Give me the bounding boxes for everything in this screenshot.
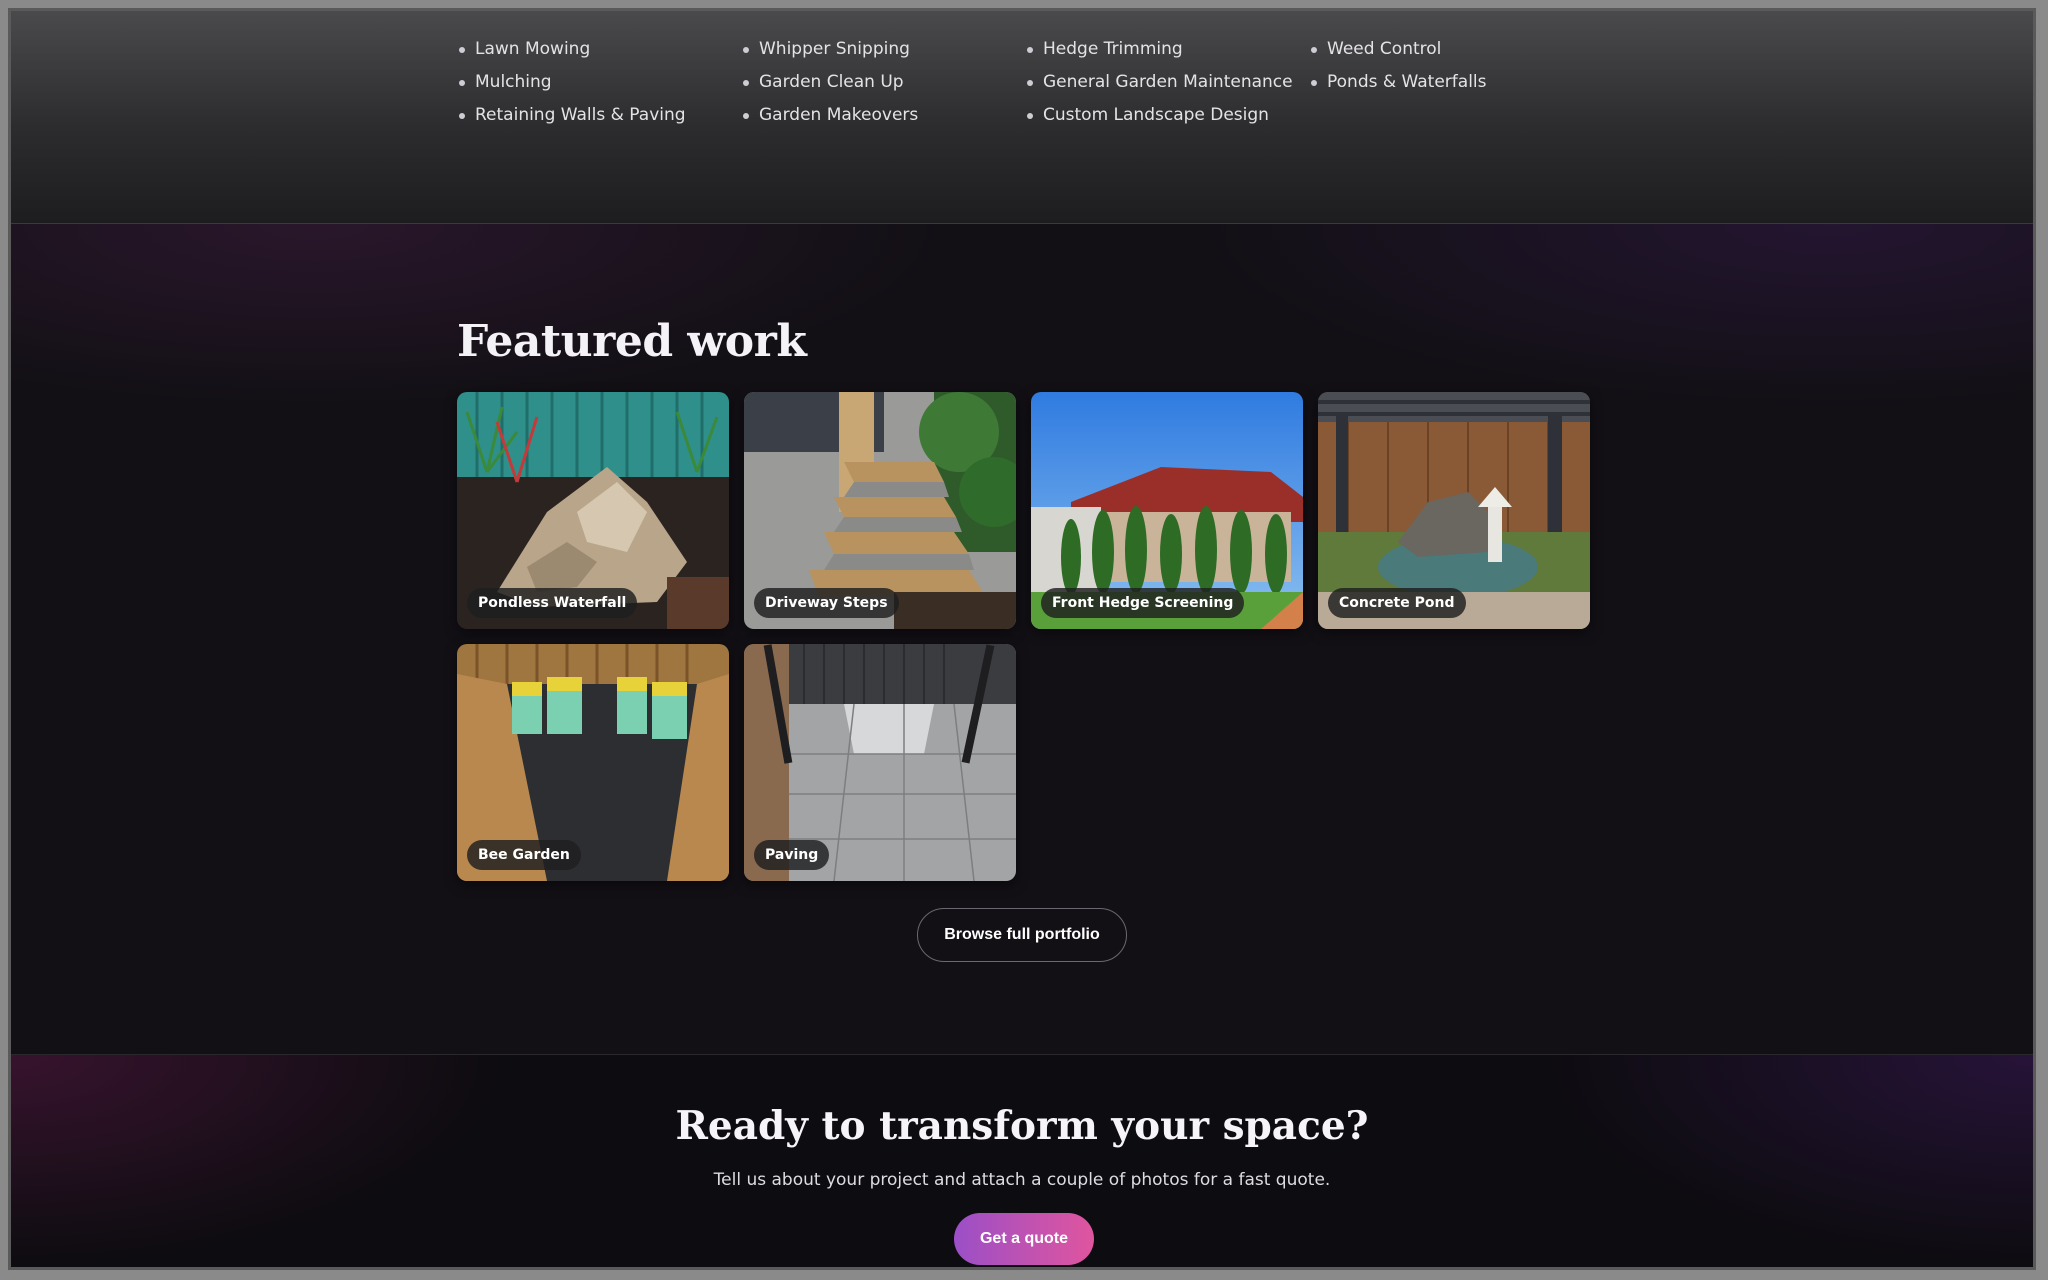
service-item: Garden Clean Up bbox=[741, 66, 1025, 99]
browse-portfolio-button[interactable]: Browse full portfolio bbox=[917, 908, 1127, 962]
service-item: Ponds & Waterfalls bbox=[1309, 66, 1593, 99]
service-item: General Garden Maintenance bbox=[1025, 66, 1309, 99]
project-label: Bee Garden bbox=[467, 840, 581, 870]
cta-subtitle: Tell us about your project and attach a … bbox=[713, 1170, 1331, 1190]
service-item: Hedge Trimming bbox=[1025, 33, 1309, 66]
project-label: Driveway Steps bbox=[754, 588, 899, 618]
service-item: Retaining Walls & Paving bbox=[457, 99, 741, 132]
browser-viewport: Lawn Mowing Whipper Snipping Hedge Trimm… bbox=[8, 8, 2036, 1270]
section-title: Featured work bbox=[457, 316, 807, 367]
services-list: Lawn Mowing Whipper Snipping Hedge Trimm… bbox=[457, 33, 1593, 132]
featured-work-section: Featured work Pondless Waterfall Drivewa… bbox=[11, 224, 2033, 1054]
service-item: Garden Makeovers bbox=[741, 99, 1025, 132]
service-item: Custom Landscape Design bbox=[1025, 99, 1309, 132]
project-card-front-hedge-screening[interactable]: Front Hedge Screening bbox=[1031, 392, 1303, 629]
service-item: Whipper Snipping bbox=[741, 33, 1025, 66]
portfolio-gallery: Pondless Waterfall Driveway Steps Front … bbox=[457, 392, 1590, 881]
project-label: Front Hedge Screening bbox=[1041, 588, 1245, 618]
quote-cta-section: Ready to transform your space? Tell us a… bbox=[11, 1054, 2033, 1267]
project-card-bee-garden[interactable]: Bee Garden bbox=[457, 644, 729, 881]
project-card-pondless-waterfall[interactable]: Pondless Waterfall bbox=[457, 392, 729, 629]
service-item: Lawn Mowing bbox=[457, 33, 741, 66]
service-item: Mulching bbox=[457, 66, 741, 99]
project-label: Concrete Pond bbox=[1328, 588, 1466, 618]
project-card-concrete-pond[interactable]: Concrete Pond bbox=[1318, 392, 1590, 629]
get-quote-button[interactable]: Get a quote bbox=[954, 1213, 1094, 1265]
services-section: Lawn Mowing Whipper Snipping Hedge Trimm… bbox=[11, 11, 2033, 224]
service-item: Weed Control bbox=[1309, 33, 1593, 66]
project-card-driveway-steps[interactable]: Driveway Steps bbox=[744, 392, 1016, 629]
project-label: Paving bbox=[754, 840, 830, 870]
project-card-paving[interactable]: Paving bbox=[744, 644, 1016, 881]
cta-title: Ready to transform your space? bbox=[675, 1103, 1369, 1149]
project-label: Pondless Waterfall bbox=[467, 588, 638, 618]
